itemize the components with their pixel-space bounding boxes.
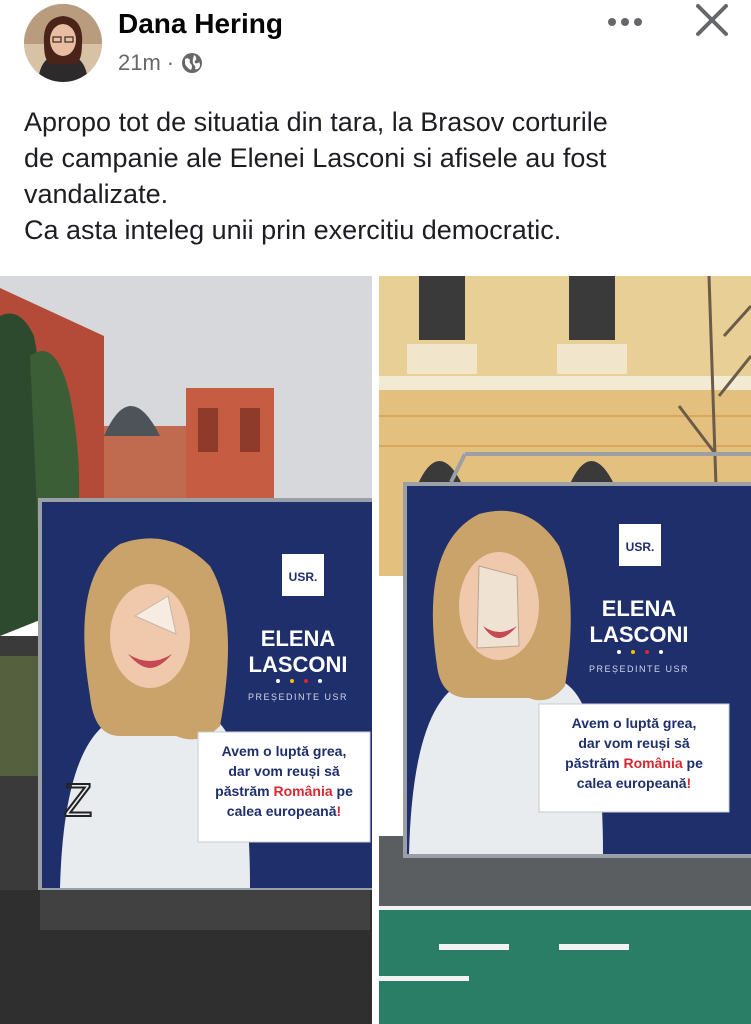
author-name[interactable]: Dana Hering bbox=[118, 8, 283, 40]
party-logo: USR. bbox=[626, 540, 655, 554]
slogan-highlight: România bbox=[624, 755, 683, 771]
candidate-role: PREȘEDINTE USR bbox=[589, 664, 689, 674]
slogan-highlight: România bbox=[274, 783, 333, 799]
post-text: Apropo tot de situatia din tara, la Bras… bbox=[24, 104, 734, 248]
slogan-line: Avem o luptă grea, bbox=[572, 715, 697, 731]
close-icon[interactable] bbox=[690, 2, 734, 42]
slogan-highlight: ! bbox=[687, 775, 692, 791]
slogan-line: dar vom reuși să bbox=[228, 763, 339, 779]
slogan-text: calea europeană bbox=[227, 803, 337, 819]
slogan-text: pe bbox=[683, 755, 703, 771]
candidate-role: PREȘEDINTE USR bbox=[248, 692, 348, 702]
slogan-line: dar vom reuși să bbox=[578, 735, 689, 751]
graffiti-mark: Z bbox=[64, 774, 92, 826]
slogan-line: păstrăm România pe bbox=[565, 755, 703, 771]
slogan-line: calea europeană! bbox=[227, 803, 341, 819]
more-options-icon[interactable] bbox=[600, 4, 650, 40]
post-text-line: Apropo tot de situatia din tara, la Bras… bbox=[24, 107, 608, 137]
post-text-line: Ca asta inteleg unii prin exercitiu demo… bbox=[24, 215, 562, 245]
candidate-first-name: ELENA bbox=[602, 596, 677, 621]
candidate-first-name: ELENA bbox=[261, 626, 336, 651]
post-text-line: de campanie ale Elenei Lasconi si afisel… bbox=[24, 143, 607, 173]
timestamp[interactable]: 21m bbox=[118, 50, 161, 76]
slogan-text: păstrăm bbox=[565, 755, 623, 771]
candidate-last-name: LASCONI bbox=[590, 622, 689, 647]
avatar[interactable] bbox=[24, 4, 102, 82]
slogan-line: păstrăm România pe bbox=[215, 783, 353, 799]
slogan-text: calea europeană bbox=[577, 775, 687, 791]
post-text-line: vandalizate. bbox=[24, 179, 169, 209]
party-logo: USR. bbox=[289, 570, 318, 584]
slogan-text: pe bbox=[333, 783, 353, 799]
meta-separator: · bbox=[166, 50, 175, 75]
photo-right[interactable]: USR. ELENA LASCONI PREȘEDINTE USR Avem o… bbox=[379, 276, 751, 1024]
slogan-text: păstrăm bbox=[215, 783, 273, 799]
slogan-line: calea europeană! bbox=[577, 775, 691, 791]
post-meta: 21m · bbox=[118, 50, 204, 76]
globe-icon[interactable] bbox=[180, 51, 204, 75]
slogan-line: Avem o luptă grea, bbox=[222, 743, 347, 759]
post-header: Dana Hering 21m · bbox=[0, 0, 751, 90]
slogan-highlight: ! bbox=[337, 803, 342, 819]
candidate-last-name: LASCONI bbox=[249, 652, 348, 677]
photo-left[interactable]: USR. ELENA LASCONI PREȘEDINTE USR Avem o… bbox=[0, 276, 372, 1024]
